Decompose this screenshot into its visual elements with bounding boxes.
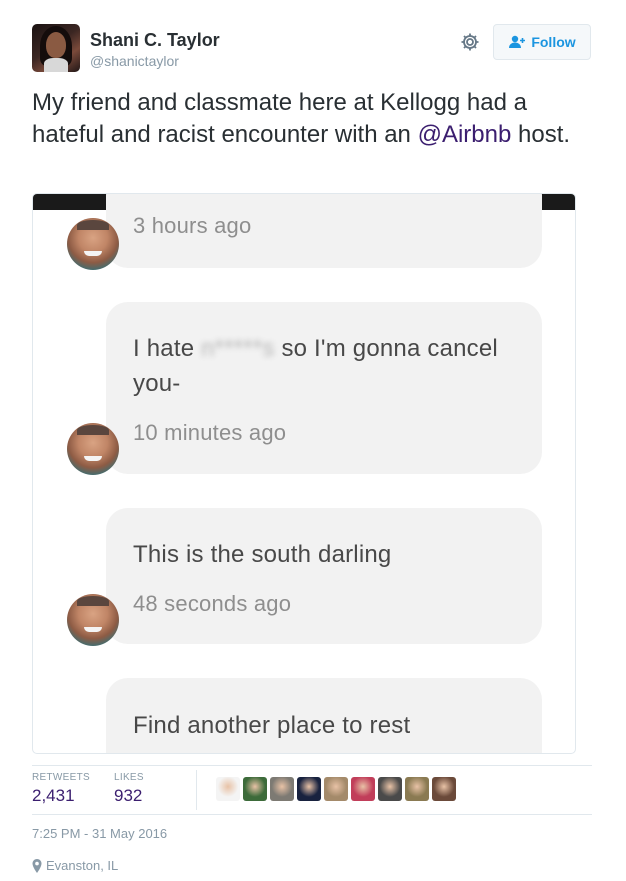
divider — [32, 765, 592, 766]
location-pin-icon — [32, 858, 42, 873]
message-time: 48 seconds ago — [133, 591, 292, 616]
add-user-icon — [509, 35, 526, 48]
host-avatar — [67, 423, 119, 475]
location-label: Evanston, IL — [46, 858, 119, 873]
blurred-word: n*****s — [201, 335, 275, 362]
retweets-count[interactable]: 2,431 — [32, 786, 75, 806]
mention-link[interactable]: @Airbnb — [418, 121, 512, 148]
liker-avatar[interactable] — [324, 777, 348, 801]
message-text: This is the south darling — [133, 541, 392, 568]
likes-count[interactable]: 932 — [114, 786, 142, 806]
divider — [32, 814, 592, 815]
follow-button[interactable]: Follow — [493, 24, 591, 60]
host-avatar — [67, 594, 119, 646]
timestamp[interactable]: 7:25 PM - 31 May 2016 — [32, 826, 167, 841]
message-time: 3 hours ago — [133, 213, 252, 238]
liker-avatar[interactable] — [297, 777, 321, 801]
liker-avatar[interactable] — [432, 777, 456, 801]
user-handle[interactable]: @shanictaylor — [90, 53, 179, 69]
display-name[interactable]: Shani C. Taylor — [90, 30, 220, 51]
message-text: Find another place to rest — [133, 712, 411, 739]
message-text-prefix: I hate — [133, 335, 202, 362]
retweets-label: RETWEETS — [32, 772, 90, 783]
follow-label: Follow — [531, 34, 576, 50]
liker-avatar[interactable] — [270, 777, 294, 801]
tweet-text: My friend and classmate here at Kellogg … — [32, 87, 602, 151]
liker-avatar[interactable] — [243, 777, 267, 801]
liker-avatar[interactable] — [351, 777, 375, 801]
tweet: Shani C. Taylor @shanictaylor Follow My … — [0, 0, 626, 881]
host-avatar — [67, 218, 119, 270]
tweet-media[interactable]: 3 hours ago I hate n*****s so I'm gonna … — [32, 193, 576, 754]
likes-label: LIKES — [114, 772, 144, 783]
message-bubble — [106, 508, 542, 644]
liker-avatar[interactable] — [216, 777, 240, 801]
liker-avatar[interactable] — [405, 777, 429, 801]
gear-icon[interactable] — [460, 32, 480, 52]
liker-avatars — [216, 777, 456, 801]
message-time: 10 minutes ago — [133, 420, 287, 445]
liker-avatar[interactable] — [378, 777, 402, 801]
tweet-text-end: host. — [511, 121, 571, 148]
user-avatar[interactable] — [32, 24, 80, 72]
stats-separator — [196, 770, 197, 810]
message-text: I hate n*****s so I'm gonna cancel you- — [133, 331, 513, 401]
location[interactable]: Evanston, IL — [32, 858, 118, 873]
